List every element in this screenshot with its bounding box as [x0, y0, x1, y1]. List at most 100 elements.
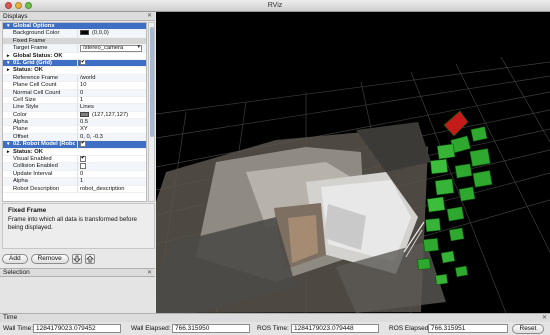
ros-time-field[interactable]: 1284179023.079448: [291, 324, 379, 333]
property-label: Plane Cell Count: [13, 82, 57, 89]
property-label: Cell Size: [13, 96, 36, 103]
status-row[interactable]: ▸ Status: OK: [3, 67, 146, 75]
property-label: Global Status: OK: [13, 52, 63, 59]
property-name: ▸ Status: OK: [3, 149, 75, 156]
property-value[interactable]: XY: [77, 126, 146, 134]
target-frame-combo[interactable]: /stereo_camera: [80, 45, 142, 52]
property-row[interactable]: Normal Cell Count 0: [3, 89, 146, 97]
property-value-text: robot_description: [80, 185, 125, 192]
property-row[interactable]: Alpha 1: [3, 178, 146, 186]
property-label: Fixed Frame: [13, 37, 46, 44]
display-category-row[interactable]: ▾02. Robot Model (Robot M: [3, 141, 146, 150]
property-value[interactable]: /world: [77, 74, 146, 83]
property-label: Update Interval: [13, 170, 53, 177]
add-display-button[interactable]: Add: [2, 253, 28, 264]
property-label: 01. Grid (Grid): [13, 59, 52, 66]
time-panel-header: Time ✕: [0, 313, 550, 322]
remove-display-button[interactable]: Remove: [30, 253, 69, 264]
arrow-down-icon: [72, 255, 81, 263]
close-panel-icon[interactable]: ✕: [147, 12, 152, 21]
property-row[interactable]: Update Interval 0: [3, 170, 146, 179]
enable-checkbox[interactable]: [80, 59, 86, 66]
property-row[interactable]: Alpha 0.5: [3, 119, 146, 127]
displays-property-tree[interactable]: ▾ Global Options Background Color (0,0,0) Fi…: [2, 22, 147, 202]
property-row[interactable]: Line Style Lines: [3, 104, 146, 112]
enable-checkbox[interactable]: [80, 156, 86, 162]
wall-time-field[interactable]: 1284179023.079452: [33, 324, 121, 333]
property-value[interactable]: Lines: [77, 104, 146, 112]
window-title: RViz: [267, 2, 283, 9]
property-name: Reference Frame: [3, 75, 75, 82]
property-value-text: XY: [80, 126, 88, 133]
help-heading: Fixed Frame: [8, 207, 47, 214]
property-name: Collision Enabled: [3, 163, 75, 170]
property-value-text: Lines: [80, 104, 94, 111]
property-row[interactable]: Plane Cell Count 10: [3, 82, 146, 90]
color-swatch[interactable]: [80, 111, 89, 117]
property-value[interactable]: robot_description: [77, 185, 146, 193]
property-label: 02. Robot Model (Robot M: [13, 141, 75, 148]
displays-panel-header: Displays ✕: [0, 12, 155, 21]
display-category-row[interactable]: ▾ Global Options: [3, 23, 146, 31]
wall-elapsed-field[interactable]: 766.315950: [172, 324, 250, 333]
color-swatch[interactable]: [80, 30, 89, 36]
close-selection-icon[interactable]: ✕: [147, 269, 152, 277]
ros-elapsed-field[interactable]: 766.315951: [428, 324, 508, 333]
property-row[interactable]: Plane XY: [3, 126, 146, 134]
status-row[interactable]: ▸ Global Status: OK: [3, 53, 146, 60]
property-name: Robot Description: [3, 186, 75, 193]
reset-button[interactable]: Reset: [512, 324, 544, 334]
property-row[interactable]: Collision Enabled: [3, 163, 146, 172]
property-label: Alpha: [13, 178, 28, 185]
move-up-button[interactable]: [84, 253, 95, 264]
property-label: Plane: [13, 126, 28, 133]
property-value[interactable]: (0,0,0): [77, 30, 146, 38]
displays-button-bar: Add Remove: [2, 253, 95, 264]
property-value[interactable]: (127,127,127): [77, 111, 146, 120]
property-value[interactable]: 0: [77, 89, 146, 97]
3d-render-viewport[interactable]: [156, 12, 550, 313]
property-label: Robot Description: [13, 185, 60, 192]
property-row[interactable]: Cell Size 1: [3, 96, 146, 105]
property-value[interactable]: 10: [77, 82, 146, 90]
property-label: Target Frame: [13, 45, 48, 52]
property-name: Line Style: [3, 104, 75, 111]
property-row[interactable]: Robot Description robot_description: [3, 185, 146, 193]
property-value[interactable]: 0: [77, 170, 146, 179]
property-value-text: 10: [80, 82, 87, 89]
close-time-icon[interactable]: ✕: [542, 314, 547, 322]
time-panel-title: Time: [3, 314, 18, 321]
property-row[interactable]: Visual Enabled: [3, 156, 146, 164]
scrollbar-thumb[interactable]: [150, 27, 154, 137]
property-value-text: 0: [80, 89, 84, 96]
property-value[interactable]: 0.5: [77, 119, 146, 127]
property-value-text: (0,0,0): [92, 30, 109, 37]
property-row[interactable]: Fixed Frame: [3, 37, 146, 46]
property-row[interactable]: Reference Frame/world: [3, 74, 146, 83]
property-value[interactable]: 1: [77, 96, 146, 105]
property-row[interactable]: Background Color (0,0,0): [3, 30, 146, 38]
property-label: Status: OK: [13, 148, 43, 155]
wall-time-label: Wall Time:: [3, 325, 34, 332]
selection-panel[interactable]: [0, 277, 155, 316]
ros-time-label: ROS Time:: [257, 325, 289, 332]
property-name: Background Color: [3, 30, 75, 37]
property-name: Target Frame: [3, 45, 75, 52]
property-value[interactable]: 1: [77, 178, 146, 186]
property-row[interactable]: Offset 0, 0, -0.3: [3, 133, 146, 142]
property-label: Normal Cell Count: [13, 89, 61, 96]
display-category-row[interactable]: ▾ 01. Grid (Grid): [3, 59, 146, 68]
move-down-button[interactable]: [71, 253, 82, 264]
property-value-text: /world: [80, 74, 96, 81]
property-value-text: 0.5: [80, 119, 89, 126]
enable-checkbox[interactable]: [80, 163, 86, 169]
property-row[interactable]: Target Frame/stereo_camera: [3, 45, 146, 54]
status-row[interactable]: ▸ Status: OK: [3, 149, 146, 157]
property-row[interactable]: Color (127,127,127): [3, 111, 146, 120]
enable-checkbox[interactable]: [80, 141, 86, 147]
ros-elapsed-label: ROS Elapsed:: [389, 325, 431, 332]
property-label: Alpha: [13, 119, 28, 126]
property-value[interactable]: 0, 0, -0.3: [77, 133, 146, 142]
displays-scrollbar[interactable]: [148, 22, 155, 202]
property-value-text: 0: [80, 170, 84, 177]
